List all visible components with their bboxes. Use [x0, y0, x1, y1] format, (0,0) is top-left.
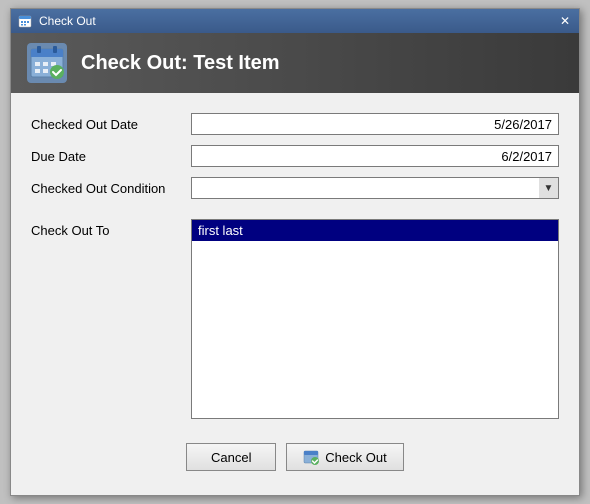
window-icon	[17, 13, 33, 29]
checkout-window: Check Out ✕ Check Out: Test Item	[10, 8, 580, 496]
button-row: Cancel Check Out	[31, 435, 559, 479]
due-date-row: Due Date	[31, 145, 559, 167]
dialog-header: Check Out: Test Item	[11, 33, 579, 93]
cancel-button[interactable]: Cancel	[186, 443, 276, 471]
checkout-button[interactable]: Check Out	[286, 443, 403, 471]
checked-out-condition-row: Checked Out Condition Good Fair Poor ▼	[31, 177, 559, 199]
condition-select[interactable]: Good Fair Poor	[191, 177, 559, 199]
cancel-label: Cancel	[211, 450, 251, 465]
checkout-to-section: Check Out To first last	[31, 219, 559, 419]
form-content: Checked Out Date Due Date Checked Out Co…	[11, 93, 579, 495]
selected-list-item[interactable]: first last	[192, 220, 558, 241]
dialog-title: Check Out: Test Item	[81, 52, 280, 75]
close-button[interactable]: ✕	[557, 13, 573, 29]
checkout-to-list[interactable]: first last	[191, 219, 559, 419]
checked-out-date-label: Checked Out Date	[31, 117, 191, 132]
checked-out-date-input[interactable]	[191, 113, 559, 135]
title-bar-left: Check Out	[17, 13, 96, 29]
checkout-label: Check Out	[325, 450, 386, 465]
title-bar-text: Check Out	[39, 14, 96, 28]
due-date-input[interactable]	[191, 145, 559, 167]
header-icon	[27, 43, 67, 83]
checked-out-date-row: Checked Out Date	[31, 113, 559, 135]
checkout-to-label: Check Out To	[31, 219, 191, 419]
condition-select-wrapper: Good Fair Poor ▼	[191, 177, 559, 199]
due-date-label: Due Date	[31, 149, 191, 164]
checked-out-condition-label: Checked Out Condition	[31, 181, 191, 196]
checkout-button-icon	[303, 449, 319, 465]
title-bar: Check Out ✕	[11, 9, 579, 33]
